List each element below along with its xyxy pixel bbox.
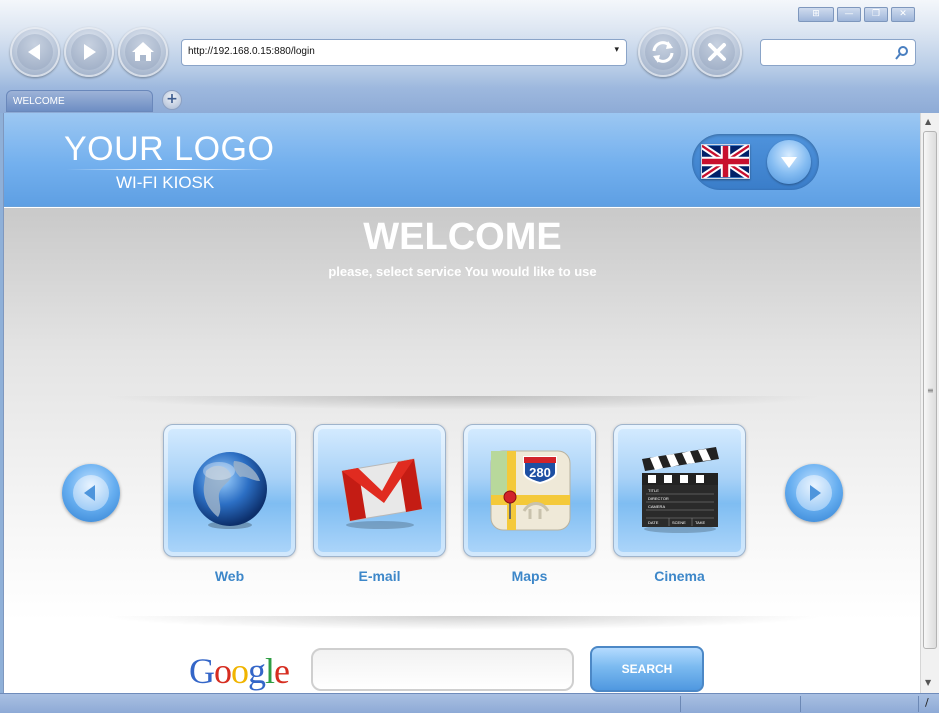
forward-button[interactable] bbox=[64, 27, 114, 77]
back-button[interactable] bbox=[10, 27, 60, 77]
page-subtitle: please, select service You would like to… bbox=[328, 264, 597, 279]
clapper-label: DATE bbox=[648, 520, 659, 525]
stop-button[interactable] bbox=[692, 27, 742, 77]
page-title: WELCOME bbox=[363, 216, 562, 258]
back-icon bbox=[28, 44, 40, 60]
uk-flag-icon[interactable] bbox=[701, 144, 750, 179]
map-shield-text: 280 bbox=[529, 465, 551, 480]
tab-welcome[interactable]: WELCOME bbox=[6, 90, 153, 112]
close-window-button[interactable]: ✕ bbox=[891, 7, 915, 22]
new-tab-button[interactable]: + bbox=[162, 90, 182, 110]
logo-divider bbox=[66, 169, 272, 170]
google-search-input[interactable] bbox=[311, 648, 574, 691]
clapper-label: CAMERA bbox=[648, 504, 665, 509]
forward-icon bbox=[84, 44, 96, 60]
carousel-next-button[interactable] bbox=[785, 464, 843, 522]
logo-title: YOUR LOGO bbox=[64, 130, 275, 168]
divider bbox=[100, 396, 825, 410]
keyboard-button[interactable]: ⊞ bbox=[798, 7, 834, 22]
google-letter: e bbox=[274, 651, 290, 691]
google-letter: o bbox=[231, 651, 249, 691]
kiosk-body: WELCOME please, select service You would… bbox=[4, 208, 920, 693]
chevron-down-icon bbox=[781, 157, 797, 168]
service-label-email[interactable]: E-mail bbox=[313, 568, 446, 584]
address-bar[interactable]: http://192.168.0.15:880/login ▾ bbox=[181, 39, 627, 66]
clapper-label: TAKE bbox=[695, 520, 705, 525]
home-button[interactable] bbox=[118, 27, 168, 77]
carousel-prev-button[interactable] bbox=[62, 464, 120, 522]
search-button[interactable]: SEARCH bbox=[590, 646, 704, 692]
minimize-button[interactable]: — bbox=[837, 7, 861, 22]
clapper-label: SCENE bbox=[672, 520, 686, 525]
browser-toolbar: ⊞ — ❐ ✕ http://192.168.0.15:880/login ▾ bbox=[0, 0, 939, 113]
status-divider bbox=[800, 696, 801, 712]
scroll-down-icon[interactable]: ▼ bbox=[925, 678, 931, 687]
google-letter: l bbox=[265, 651, 275, 691]
clapper-label: DIRECTOR bbox=[648, 496, 669, 501]
google-letter: o bbox=[214, 651, 232, 691]
refresh-icon bbox=[652, 41, 674, 63]
status-text: / bbox=[925, 696, 929, 709]
vertical-scrollbar[interactable]: ▲ ≡ ▼ bbox=[920, 113, 939, 693]
kiosk-header: YOUR LOGO WI-FI KIOSK bbox=[4, 113, 920, 207]
clapperboard-icon: TITLE DIRECTOR CAMERA DATE SCENE TAKE bbox=[642, 447, 719, 533]
service-tile-web[interactable] bbox=[163, 424, 296, 557]
browser-search-input[interactable] bbox=[760, 39, 916, 66]
google-letter: g bbox=[248, 651, 266, 691]
refresh-button[interactable] bbox=[638, 27, 688, 77]
divider bbox=[100, 616, 825, 630]
scroll-up-icon[interactable]: ▲ bbox=[925, 117, 931, 126]
chevron-down-icon[interactable]: ▾ bbox=[614, 45, 619, 55]
page-viewport: YOUR LOGO WI-FI KIOSK WELCOME please, se… bbox=[3, 113, 920, 693]
gmail-icon bbox=[341, 458, 423, 529]
address-input[interactable]: http://192.168.0.15:880/login bbox=[188, 46, 315, 57]
status-bar: / bbox=[0, 693, 939, 713]
chevron-left-icon bbox=[84, 485, 95, 501]
google-logo: Google bbox=[189, 650, 290, 692]
tab-label: WELCOME bbox=[13, 96, 65, 107]
service-label-cinema[interactable]: Cinema bbox=[613, 568, 746, 584]
restore-button[interactable]: ❐ bbox=[864, 7, 888, 22]
google-letter: G bbox=[189, 651, 215, 691]
service-label-web[interactable]: Web bbox=[163, 568, 296, 584]
globe-icon bbox=[193, 452, 267, 529]
search-icon[interactable] bbox=[894, 45, 910, 61]
language-dropdown-button[interactable] bbox=[767, 140, 811, 184]
home-icon bbox=[132, 42, 154, 61]
service-tile-maps[interactable]: 280 bbox=[463, 424, 596, 557]
language-selector[interactable] bbox=[692, 134, 819, 190]
maps-icon: 280 bbox=[490, 450, 571, 531]
clapper-label: TITLE bbox=[648, 488, 659, 493]
service-tile-cinema[interactable]: TITLE DIRECTOR CAMERA DATE SCENE TAKE bbox=[613, 424, 746, 557]
scrollbar-thumb[interactable]: ≡ bbox=[923, 131, 937, 649]
grip-icon: ≡ bbox=[927, 386, 934, 395]
logo-subtitle: WI-FI KIOSK bbox=[116, 173, 215, 192]
service-label-maps[interactable]: Maps bbox=[463, 568, 596, 584]
service-tile-email[interactable] bbox=[313, 424, 446, 557]
status-divider bbox=[680, 696, 681, 712]
status-divider bbox=[918, 696, 919, 712]
chevron-right-icon bbox=[810, 485, 821, 501]
stop-icon bbox=[708, 43, 726, 61]
